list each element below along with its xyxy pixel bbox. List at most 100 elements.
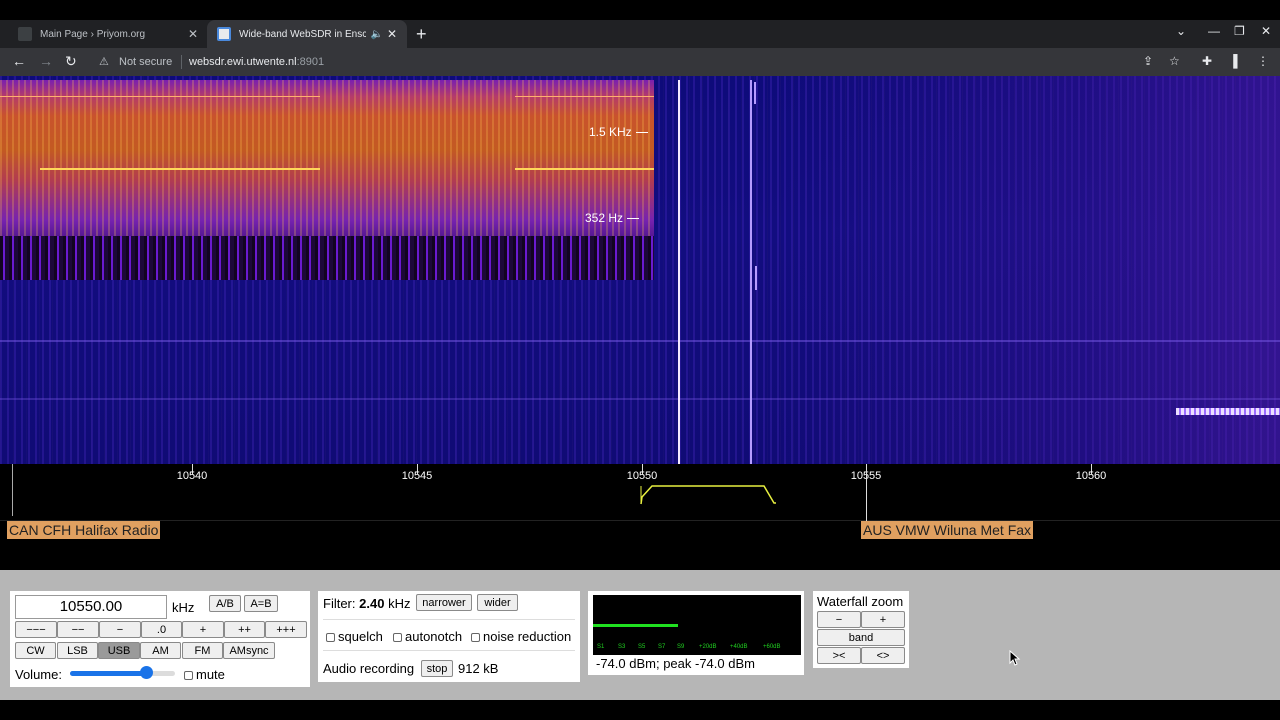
share-icon[interactable]: ⇪: [1143, 54, 1153, 68]
step-up-medium-button[interactable]: ++: [224, 621, 265, 638]
reload-icon[interactable]: ↻: [65, 52, 77, 70]
waterfall-line: [0, 340, 1280, 342]
station-label-vmw[interactable]: AUS VMW Wiluna Met Fax: [861, 521, 1034, 539]
menu-icon[interactable]: ⋮: [1257, 54, 1269, 68]
tab-title: Main Page › Priyom.org: [40, 28, 146, 40]
narrower-button[interactable]: narrower: [416, 594, 472, 611]
smeter-readout: -74.0 dBm; peak -74.0 dBm: [596, 656, 755, 671]
forward-icon[interactable]: →: [39, 52, 53, 70]
mode-usb-button[interactable]: USB: [98, 642, 140, 659]
squelch-checkbox-box[interactable]: [326, 633, 335, 643]
station-labels: CAN CFH Halifax Radio AUS VMW Wiluna Met…: [0, 465, 1280, 570]
a-equals-b-button[interactable]: A=B: [244, 595, 278, 612]
volume-label: Volume:: [15, 667, 62, 682]
url-port: :8901: [296, 56, 325, 68]
audio-spectrogram: 1.5 KHz 352 Hz: [0, 80, 654, 280]
volume-slider-thumb[interactable]: [139, 666, 153, 679]
tab-search-icon[interactable]: ⌄: [1176, 24, 1186, 38]
step-down-small-button[interactable]: −: [99, 621, 141, 638]
step-down-large-button[interactable]: −−−: [15, 621, 57, 638]
wider-button[interactable]: wider: [477, 594, 518, 611]
mute-checkbox-box[interactable]: [184, 671, 193, 681]
marker-label: 1.5 KHz: [589, 125, 632, 139]
filter-unit: kHz: [388, 596, 411, 611]
warning-icon[interactable]: ⚠: [99, 55, 109, 68]
noise-reduction-checkbox-box[interactable]: [471, 633, 480, 643]
round-button[interactable]: .0: [141, 621, 182, 638]
extensions-icon[interactable]: ✚: [1202, 54, 1212, 68]
ab-button[interactable]: A/B: [209, 595, 241, 612]
mode-am-button[interactable]: AM: [140, 642, 181, 659]
omnibox-divider: [181, 55, 182, 69]
mute-checkbox[interactable]: mute: [184, 667, 225, 682]
carrier-trace: [678, 80, 680, 464]
close-window-icon[interactable]: ✕: [1261, 24, 1271, 38]
mode-fm-button[interactable]: FM: [182, 642, 223, 659]
tab-close-icon[interactable]: ✕: [188, 27, 198, 41]
mouse-cursor-icon: [1009, 650, 1021, 666]
passband-indicator[interactable]: [640, 484, 780, 506]
smeter-scale-label: S5: [638, 644, 646, 650]
noise-reduction-checkbox[interactable]: noise reduction: [471, 629, 571, 644]
smeter-bar: [593, 624, 679, 627]
zoom-in-button[interactable]: +: [861, 611, 905, 628]
star-icon[interactable]: ☆: [1169, 54, 1180, 68]
audio-recording-label: Audio recording: [323, 661, 415, 676]
autonotch-checkbox-box[interactable]: [393, 633, 402, 643]
step-up-small-button[interactable]: +: [182, 621, 224, 638]
zoom-wide-button[interactable]: <>: [861, 647, 905, 664]
frequency-unit: kHz: [172, 600, 195, 615]
priyom-favicon-icon: [18, 27, 32, 41]
zoom-out-button[interactable]: −: [817, 611, 861, 628]
spectrogram-noise-floor: [0, 236, 654, 280]
autonotch-label: autonotch: [405, 629, 463, 644]
zoom-panel: Waterfall zoom − + band >< <>: [813, 591, 909, 668]
station-marker: [866, 465, 867, 521]
scale-label: 10560: [1075, 470, 1107, 482]
marker-label: 352 Hz: [585, 211, 624, 225]
zoom-band-button[interactable]: band: [817, 629, 905, 646]
waterfall-display[interactable]: 1.5 KHz 352 Hz: [0, 76, 1280, 464]
filter-divider: [323, 619, 575, 620]
recording-size: 912 kB: [458, 661, 499, 676]
back-icon[interactable]: ←: [12, 52, 26, 70]
stop-recording-button[interactable]: stop: [421, 660, 453, 677]
restore-icon[interactable]: ❐: [1234, 24, 1245, 38]
carrier-trace: [755, 266, 757, 290]
filter-divider: [323, 650, 575, 651]
mode-lsb-button[interactable]: LSB: [57, 642, 98, 659]
filter-label: Filter:: [323, 596, 356, 611]
tab-title: Wide-band WebSDR in Ensche: [239, 28, 367, 40]
frequency-scale[interactable]: 10540 10545 10550 10555 10560: [0, 464, 1280, 520]
smeter-scale-label: +40dB: [730, 644, 748, 650]
spectrogram-tone: [0, 96, 320, 97]
frequency-input[interactable]: 10550.00: [15, 595, 167, 619]
websdr-favicon-icon: [217, 27, 231, 41]
mode-amsync-button[interactable]: AMsync: [223, 642, 275, 659]
tab-close-icon[interactable]: ✕: [387, 27, 397, 41]
address-bar[interactable]: websdr.ewi.utwente.nl:8901: [189, 56, 324, 68]
tab-priyom[interactable]: Main Page › Priyom.org ✕: [8, 20, 208, 48]
minimize-icon[interactable]: —: [1208, 24, 1220, 38]
tab-websdr[interactable]: Wide-band WebSDR in Ensche 🔈 ✕: [207, 20, 407, 48]
step-up-large-button[interactable]: +++: [265, 621, 307, 638]
noise-reduction-label: noise reduction: [483, 629, 572, 644]
waterfall-noise-band: [780, 76, 1280, 464]
squelch-checkbox[interactable]: squelch: [326, 629, 383, 644]
smeter-scale-label: +20dB: [699, 644, 717, 650]
waterfall-line: [0, 398, 1280, 400]
smeter-display: S1 S3 S5 S7 S9 +20dB +40dB +60dB: [593, 595, 801, 655]
mode-cw-button[interactable]: CW: [15, 642, 56, 659]
smeter-scale-label: S7: [658, 644, 666, 650]
speaker-icon[interactable]: 🔈: [370, 29, 382, 40]
new-tab-button[interactable]: +: [416, 24, 427, 44]
security-label[interactable]: Not secure: [119, 56, 172, 68]
step-down-medium-button[interactable]: −−: [57, 621, 99, 638]
zoom-title: Waterfall zoom: [817, 594, 904, 609]
station-label-cfh[interactable]: CAN CFH Halifax Radio: [7, 521, 161, 539]
scale-label: 10545: [401, 470, 433, 482]
zoom-narrow-button[interactable]: ><: [817, 647, 861, 664]
autonotch-checkbox[interactable]: autonotch: [393, 629, 462, 644]
sidepanel-icon[interactable]: ▐: [1229, 54, 1238, 68]
scale-label: 10550: [626, 470, 658, 482]
